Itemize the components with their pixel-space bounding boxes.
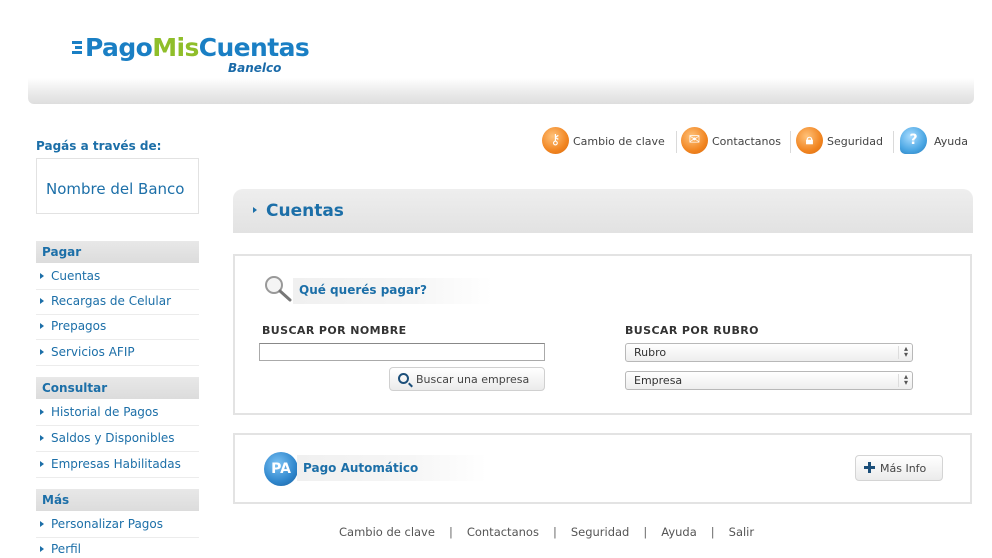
empresa-select-value: Empresa bbox=[634, 374, 683, 387]
sidebar-item-label: Perfil bbox=[51, 542, 82, 556]
lock-icon: 🔒︎ bbox=[796, 127, 823, 154]
search-by-rubro-label: BUSCAR POR RUBRO bbox=[625, 324, 759, 337]
bullet-icon bbox=[40, 409, 44, 415]
bullet-icon bbox=[40, 298, 44, 304]
sidebar-item-saldos[interactable]: Saldos y Disponibles bbox=[36, 427, 199, 452]
key-icon: ⚷ bbox=[542, 127, 569, 154]
header: PagoMisCuentas Banelco bbox=[28, 0, 974, 104]
toplink-seguridad[interactable]: 🔒︎ Seguridad bbox=[796, 127, 888, 157]
sidebar-item-label: Empresas Habilitadas bbox=[51, 457, 181, 471]
bullet-icon bbox=[253, 207, 257, 213]
logo-text-mis: Mis bbox=[152, 33, 199, 62]
divider bbox=[790, 131, 791, 153]
search-by-name-label: BUSCAR POR NOMBRE bbox=[262, 324, 407, 337]
bank-name: Nombre del Banco bbox=[36, 158, 199, 214]
sidebar-item-afip[interactable]: Servicios AFIP bbox=[36, 341, 199, 366]
rubro-select-value: Rubro bbox=[634, 346, 667, 359]
toplink-label: Ayuda bbox=[934, 135, 968, 148]
toplink-label: Cambio de clave bbox=[573, 135, 665, 148]
sidebar-heading-mas: Más bbox=[36, 489, 199, 511]
section-title: Cuentas bbox=[266, 201, 344, 221]
more-info-button[interactable]: Más Info bbox=[855, 455, 943, 481]
sidebar-item-cuentas[interactable]: Cuentas bbox=[36, 265, 199, 290]
search-company-button-label: Buscar una empresa bbox=[416, 372, 530, 386]
sidebar-item-perfil[interactable]: Perfil bbox=[36, 538, 199, 558]
sidebar-item-historial[interactable]: Historial de Pagos bbox=[36, 401, 199, 426]
select-arrows-icon: ▴ ▾ bbox=[898, 373, 908, 387]
plus-icon bbox=[864, 462, 875, 473]
toplink-label: Seguridad bbox=[827, 135, 883, 148]
footer-links: Cambio de clave | Contactanos | Seguridad | Ay… bbox=[339, 525, 754, 539]
toplink-cambio-clave[interactable]: ⚷ Cambio de clave bbox=[542, 127, 672, 157]
sidebar-item-label: Cuentas bbox=[51, 269, 101, 283]
footer-separator: | bbox=[448, 525, 453, 539]
footer-link-seguridad[interactable]: Seguridad bbox=[571, 525, 630, 539]
select-arrows-icon: ▴ ▾ bbox=[898, 345, 908, 359]
logo-lines-icon bbox=[72, 41, 84, 55]
footer-separator: | bbox=[710, 525, 715, 539]
toplink-contactanos[interactable]: ✉ Contactanos bbox=[681, 127, 786, 157]
sidebar-item-label: Historial de Pagos bbox=[51, 405, 159, 419]
pago-automatico-icon: PA bbox=[264, 452, 298, 486]
bullet-icon bbox=[40, 349, 44, 355]
sidebar-item-label: Prepagos bbox=[51, 319, 107, 333]
empresa-select[interactable]: Empresa ▴ ▾ bbox=[625, 371, 913, 390]
footer-link-salir[interactable]: Salir bbox=[729, 525, 754, 539]
sidebar-heading-consultar: Consultar bbox=[36, 377, 199, 399]
sidebar-item-label: Recargas de Celular bbox=[51, 294, 172, 308]
bullet-icon bbox=[40, 323, 44, 329]
logo-text-pago: Pago bbox=[85, 33, 153, 62]
help-icon: ? bbox=[900, 127, 927, 154]
sidebar-item-prepagos[interactable]: Prepagos bbox=[36, 315, 199, 340]
more-info-button-label: Más Info bbox=[880, 462, 927, 475]
bullet-icon bbox=[40, 273, 44, 279]
footer-link-contactanos[interactable]: Contactanos bbox=[467, 525, 539, 539]
search-name-input[interactable] bbox=[259, 343, 545, 361]
search-company-button[interactable]: Buscar una empresa bbox=[389, 367, 545, 391]
sidebar-item-recargas[interactable]: Recargas de Celular bbox=[36, 290, 199, 315]
rubro-select[interactable]: Rubro ▴ ▾ bbox=[625, 343, 913, 362]
mail-icon: ✉ bbox=[681, 127, 708, 154]
bullet-icon bbox=[40, 546, 44, 552]
bullet-icon bbox=[40, 435, 44, 441]
sidebar-item-label: Saldos y Disponibles bbox=[51, 431, 175, 445]
sidebar-item-label: Servicios AFIP bbox=[51, 345, 135, 359]
search-panel: Qué querés pagar? BUSCAR POR NOMBRE Busc… bbox=[233, 254, 972, 415]
sidebar-item-empresas[interactable]: Empresas Habilitadas bbox=[36, 453, 199, 478]
page: PagoMisCuentas Banelco Pagás a través de… bbox=[0, 0, 992, 558]
divider bbox=[676, 131, 677, 153]
section-header: Cuentas bbox=[233, 189, 973, 233]
bullet-icon bbox=[40, 521, 44, 527]
footer-separator: | bbox=[552, 525, 557, 539]
search-title: Qué querés pagar? bbox=[299, 283, 427, 297]
search-icon bbox=[398, 373, 409, 384]
logo[interactable]: PagoMisCuentas bbox=[85, 33, 310, 62]
divider bbox=[893, 131, 894, 153]
sidebar-item-label: Personalizar Pagos bbox=[51, 517, 164, 531]
pago-automatico-title: Pago Automático bbox=[303, 461, 419, 475]
toplink-ayuda[interactable]: ? Ayuda bbox=[900, 127, 972, 157]
magnifier-icon bbox=[265, 276, 292, 302]
logo-banelco: Banelco bbox=[228, 61, 282, 75]
logo-text-cuentas: Cuentas bbox=[198, 33, 310, 62]
pago-automatico-panel: PA Pago Automático Más Info bbox=[233, 433, 972, 504]
footer-separator: | bbox=[643, 525, 648, 539]
footer-link-cambio-clave[interactable]: Cambio de clave bbox=[339, 525, 435, 539]
bullet-icon bbox=[40, 461, 44, 467]
footer-link-ayuda[interactable]: Ayuda bbox=[661, 525, 697, 539]
sidebar-item-personalizar[interactable]: Personalizar Pagos bbox=[36, 513, 199, 538]
pagas-label: Pagás a través de: bbox=[36, 139, 162, 153]
sidebar-heading-pagar: Pagar bbox=[36, 241, 199, 263]
toplink-label: Contactanos bbox=[712, 135, 781, 148]
